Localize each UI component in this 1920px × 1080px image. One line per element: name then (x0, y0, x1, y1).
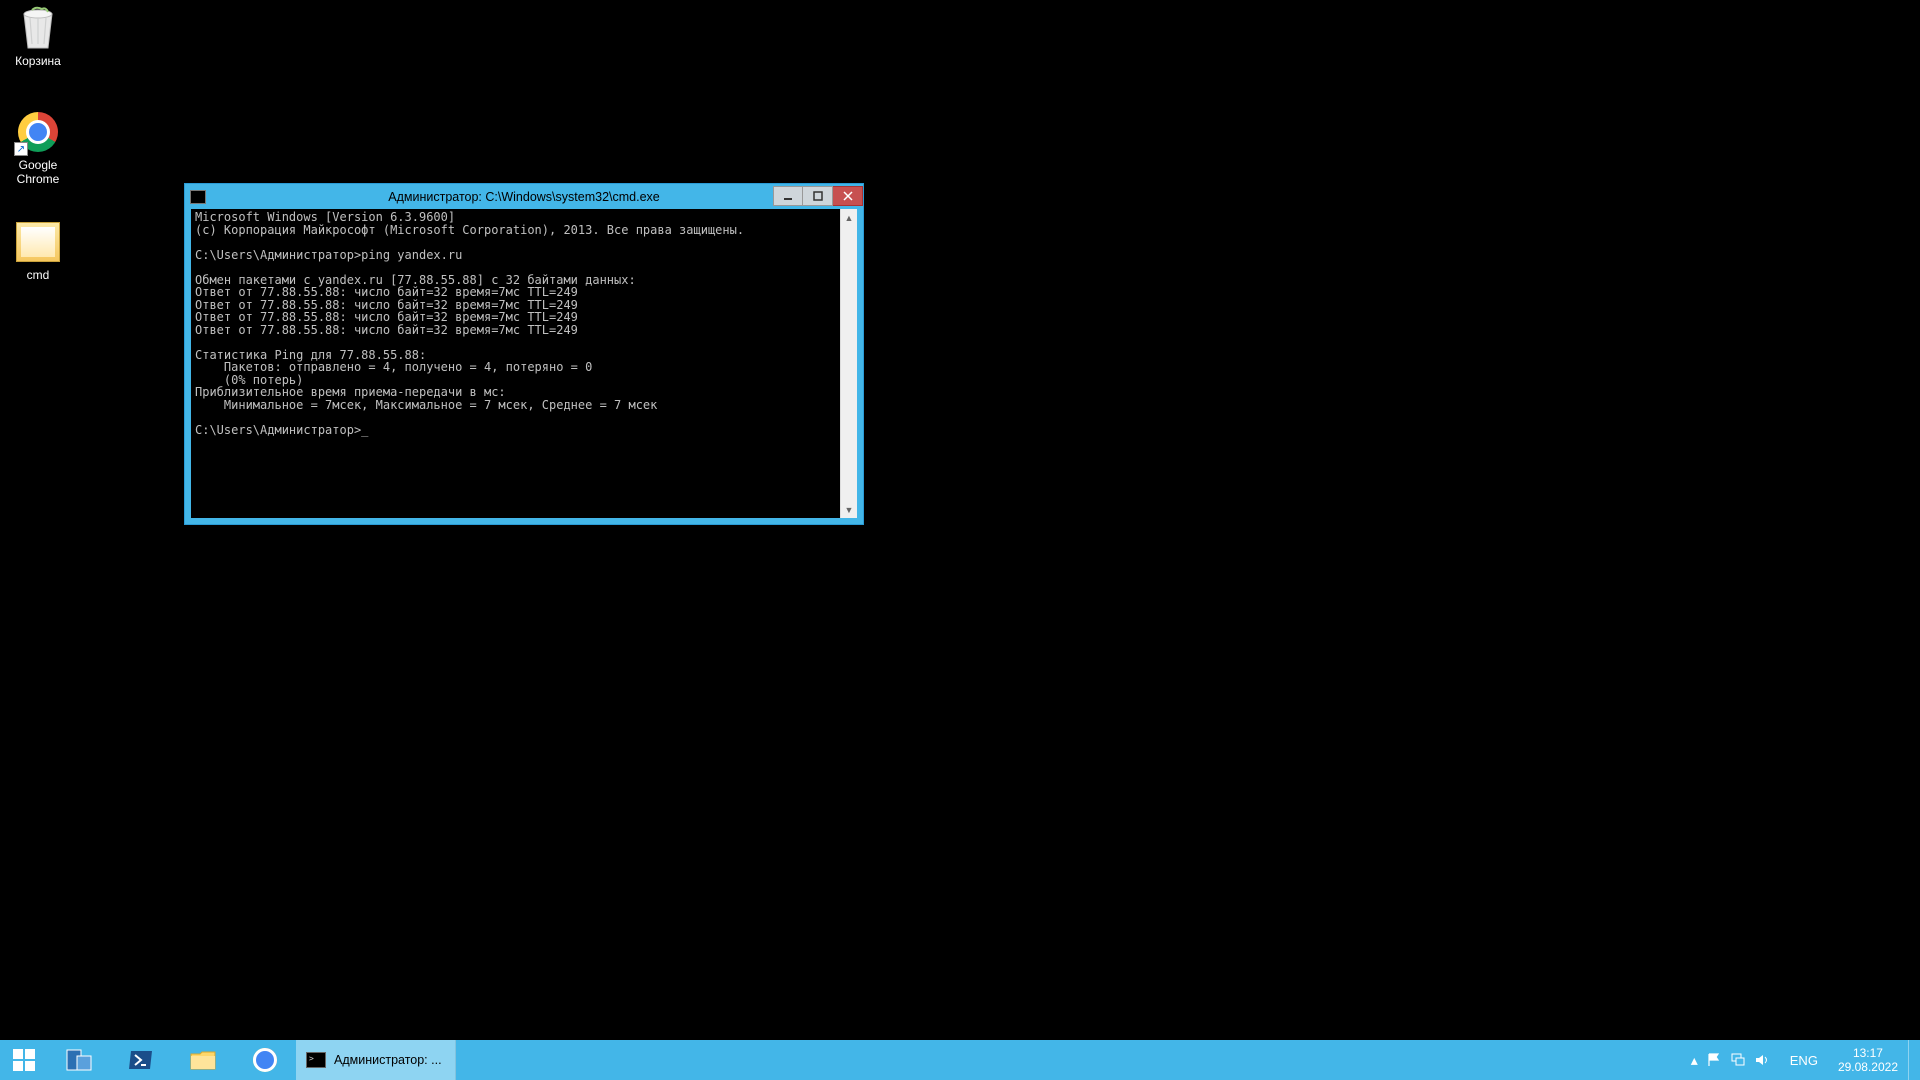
tray-clock[interactable]: 13:17 29.08.2022 (1828, 1046, 1908, 1074)
tray-volume-icon[interactable] (1754, 1052, 1770, 1068)
taskbar-server-manager[interactable] (48, 1040, 110, 1080)
chrome-icon: ↗ (14, 108, 62, 156)
taskbar-explorer[interactable] (172, 1040, 234, 1080)
windows-logo-icon (13, 1049, 35, 1071)
system-tray: ▴ ENG 13:17 29.08.2022 (1681, 1040, 1920, 1080)
tray-chevron-up-icon[interactable]: ▴ (1691, 1052, 1698, 1069)
close-button[interactable] (833, 186, 863, 206)
shortcut-arrow-icon: ↗ (14, 142, 28, 156)
chrome-icon (253, 1048, 277, 1072)
desktop-icon-label: Google Chrome (0, 158, 76, 186)
taskbar-task-cmd[interactable]: Администратор: ... (296, 1040, 456, 1080)
show-desktop-button[interactable] (1908, 1040, 1916, 1080)
server-manager-icon (65, 1048, 93, 1072)
tray-date: 29.08.2022 (1838, 1060, 1898, 1074)
maximize-button[interactable] (803, 186, 833, 206)
taskbar-powershell[interactable] (110, 1040, 172, 1080)
taskbar-task-label: Администратор: ... (334, 1053, 442, 1067)
desktop-icon-label: Корзина (0, 54, 76, 68)
cmd-icon (190, 190, 206, 204)
taskbar-chrome[interactable] (234, 1040, 296, 1080)
taskbar: Администратор: ... ▴ ENG 13:17 29.08.202… (0, 1040, 1920, 1080)
desktop-icon-recycle-bin[interactable]: Корзина (0, 4, 76, 68)
titlebar[interactable]: Администратор: C:\Windows\system32\cmd.e… (185, 184, 863, 209)
tray-language[interactable]: ENG (1780, 1053, 1828, 1068)
desktop-icon-chrome[interactable]: ↗ Google Chrome (0, 108, 76, 186)
scroll-up-button[interactable]: ▲ (841, 209, 857, 226)
scrollbar[interactable]: ▲ ▼ (840, 209, 857, 518)
start-button[interactable] (0, 1040, 48, 1080)
tray-time: 13:17 (1838, 1046, 1898, 1060)
cmd-window[interactable]: Администратор: C:\Windows\system32\cmd.e… (184, 183, 864, 525)
powershell-icon (128, 1049, 154, 1071)
terminal-output: Microsoft Windows [Version 6.3.9600] (c)… (191, 209, 840, 518)
terminal-body[interactable]: Microsoft Windows [Version 6.3.9600] (c)… (191, 209, 857, 518)
folder-icon (190, 1049, 216, 1071)
desktop-icon-label: cmd (0, 268, 76, 282)
window-title: Администратор: C:\Windows\system32\cmd.e… (185, 190, 863, 204)
cmd-icon (306, 1052, 326, 1068)
minimize-button[interactable] (773, 186, 803, 206)
desktop-icon-cmd[interactable]: cmd (0, 218, 76, 282)
cmd-shortcut-icon (14, 218, 62, 266)
scroll-down-button[interactable]: ▼ (841, 501, 857, 518)
tray-network-icon[interactable] (1730, 1052, 1746, 1068)
recycle-bin-icon (14, 4, 62, 52)
tray-flag-icon[interactable] (1706, 1052, 1722, 1068)
